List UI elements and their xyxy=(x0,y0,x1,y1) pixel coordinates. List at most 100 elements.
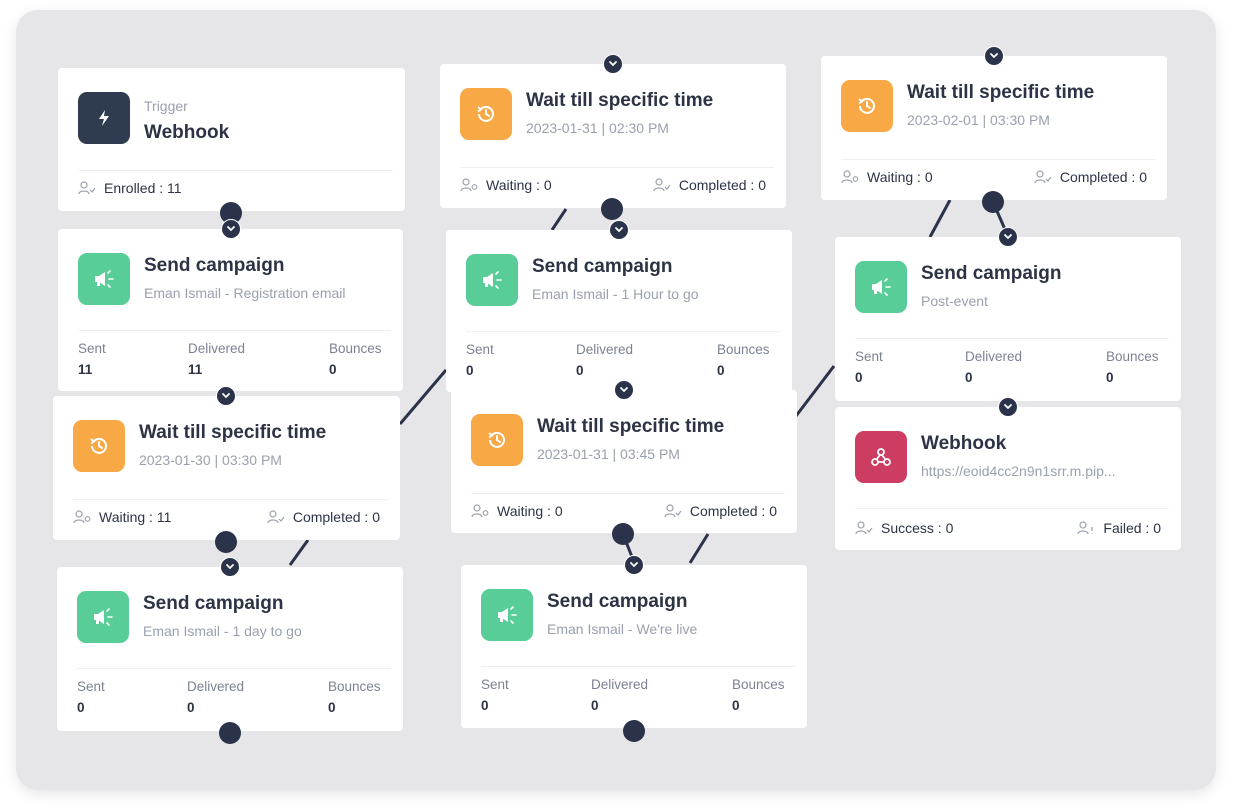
collapse-chevron-button[interactable] xyxy=(614,380,634,400)
divider xyxy=(78,330,391,331)
node-subtitle: 2023-01-30 | 03:30 PM xyxy=(139,452,282,468)
user-waiting-icon xyxy=(460,178,478,192)
clock-history-icon xyxy=(460,88,512,140)
completed-count: Completed : 0 xyxy=(1059,169,1147,185)
megaphone-icon xyxy=(466,254,518,306)
campaign-card[interactable]: Send campaign Eman Ismail - We're live S… xyxy=(461,565,807,728)
user-alert-icon xyxy=(1077,521,1094,535)
chevron-down-icon xyxy=(609,61,617,67)
metric-delivered: Delivered 0 xyxy=(187,679,245,715)
chevron-down-icon xyxy=(226,564,234,570)
node-title: Wait till specific time xyxy=(526,90,714,111)
node-subtitle: 2023-01-31 | 02:30 PM xyxy=(526,120,669,136)
node-subtitle: Eman Ismail - 1 day to go xyxy=(143,623,302,639)
collapse-chevron-button[interactable] xyxy=(624,555,644,575)
chevron-down-icon xyxy=(1004,404,1012,410)
metric-delivered: Delivered 0 xyxy=(591,677,649,713)
connector-handle[interactable] xyxy=(219,722,241,744)
divider xyxy=(855,338,1169,339)
lightning-icon xyxy=(78,92,130,144)
node-title: Send campaign xyxy=(144,255,285,276)
node-title: Send campaign xyxy=(532,256,673,277)
metric-bounces: Bounces 0 xyxy=(1106,349,1159,385)
metric-delivered: Delivered 0 xyxy=(576,342,634,378)
megaphone-icon xyxy=(77,591,129,643)
metric-delivered: Delivered 11 xyxy=(188,341,246,377)
node-title: Wait till specific time xyxy=(907,82,1095,103)
failed-count: Failed : 0 xyxy=(1103,520,1161,536)
node-title: Send campaign xyxy=(921,263,1062,284)
trigger-title: Webhook xyxy=(144,122,230,143)
node-title: Wait till specific time xyxy=(139,422,327,443)
enrolled-count: Enrolled : 11 xyxy=(104,180,182,196)
metric-sent: Sent 0 xyxy=(466,342,494,378)
collapse-chevron-button[interactable] xyxy=(221,219,241,239)
user-waiting-icon xyxy=(841,170,859,184)
connector-handle[interactable] xyxy=(215,531,237,553)
metric-bounces: Bounces 0 xyxy=(717,342,770,378)
chevron-down-icon xyxy=(630,562,638,568)
chevron-down-icon xyxy=(990,53,998,59)
divider xyxy=(471,493,785,494)
wait-card[interactable]: Wait till specific time 2023-01-31 | 02:… xyxy=(440,64,786,208)
metric-delivered: Delivered 0 xyxy=(965,349,1023,385)
completed-count: Completed : 0 xyxy=(689,503,777,519)
node-title: Send campaign xyxy=(143,593,284,614)
collapse-chevron-button[interactable] xyxy=(216,386,236,406)
user-check-icon xyxy=(855,521,873,535)
metric-sent: Sent 11 xyxy=(78,341,106,377)
wait-card[interactable]: Wait till specific time 2023-02-01 | 03:… xyxy=(821,56,1167,200)
user-waiting-icon xyxy=(73,510,91,524)
user-check-icon xyxy=(664,504,682,518)
campaign-card[interactable]: Send campaign Eman Ismail - 1 Hour to go… xyxy=(446,230,792,392)
user-waiting-icon xyxy=(471,504,489,518)
user-check-icon xyxy=(267,510,285,524)
chevron-down-icon xyxy=(620,387,628,393)
divider xyxy=(460,167,774,168)
connector-handle[interactable] xyxy=(982,191,1004,213)
node-subtitle: Eman Ismail - 1 Hour to go xyxy=(532,286,699,302)
node-subtitle: Eman Ismail - Registration email xyxy=(144,285,346,301)
node-subtitle: Eman Ismail - We're live xyxy=(547,621,698,637)
trigger-card[interactable]: Trigger Webhook Enrolled : 11 xyxy=(58,68,405,211)
megaphone-icon xyxy=(855,261,907,313)
collapse-chevron-button[interactable] xyxy=(998,397,1018,417)
divider xyxy=(855,508,1169,509)
metric-sent: Sent 0 xyxy=(481,677,509,713)
divider xyxy=(73,499,388,500)
success-count: Success : 0 xyxy=(881,520,954,536)
collapse-chevron-button[interactable] xyxy=(603,54,623,74)
wait-card[interactable]: Wait till specific time 2023-01-30 | 03:… xyxy=(53,396,400,540)
user-check-icon xyxy=(78,181,96,195)
collapse-chevron-button[interactable] xyxy=(998,227,1018,247)
metric-bounces: Bounces 0 xyxy=(732,677,785,713)
collapse-chevron-button[interactable] xyxy=(984,46,1004,66)
collapse-chevron-button[interactable] xyxy=(609,220,629,240)
node-subtitle: 2023-01-31 | 03:45 PM xyxy=(537,446,680,462)
collapse-chevron-button[interactable] xyxy=(220,557,240,577)
completed-count: Completed : 0 xyxy=(292,509,380,525)
metric-sent: Sent 0 xyxy=(77,679,105,715)
megaphone-icon xyxy=(481,589,533,641)
chevron-down-icon xyxy=(222,393,230,399)
connector-handle[interactable] xyxy=(601,198,623,220)
wait-card[interactable]: Wait till specific time 2023-01-31 | 03:… xyxy=(451,390,797,533)
node-title: Wait till specific time xyxy=(537,416,725,437)
metric-bounces: Bounces 0 xyxy=(328,679,381,715)
node-subtitle: 2023-02-01 | 03:30 PM xyxy=(907,112,1050,128)
clock-history-icon xyxy=(471,414,523,466)
connector-handle[interactable] xyxy=(612,523,634,545)
node-title: Send campaign xyxy=(547,591,688,612)
waiting-count: Waiting : 0 xyxy=(486,177,552,193)
connector-handle[interactable] xyxy=(623,720,645,742)
clock-history-icon xyxy=(841,80,893,132)
user-check-icon xyxy=(1034,170,1052,184)
campaign-card[interactable]: Send campaign Eman Ismail - 1 day to go … xyxy=(57,567,403,731)
webhook-card[interactable]: Webhook https://eoid4cc2n9n1srr.m.pip...… xyxy=(835,407,1181,550)
divider xyxy=(466,331,780,332)
clock-history-icon xyxy=(73,420,125,472)
campaign-card[interactable]: Send campaign Eman Ismail - Registration… xyxy=(58,229,403,391)
campaign-card[interactable]: Send campaign Post-event Sent 0 Delivered… xyxy=(835,237,1181,401)
waiting-count: Waiting : 0 xyxy=(497,503,563,519)
webhook-icon xyxy=(855,431,907,483)
